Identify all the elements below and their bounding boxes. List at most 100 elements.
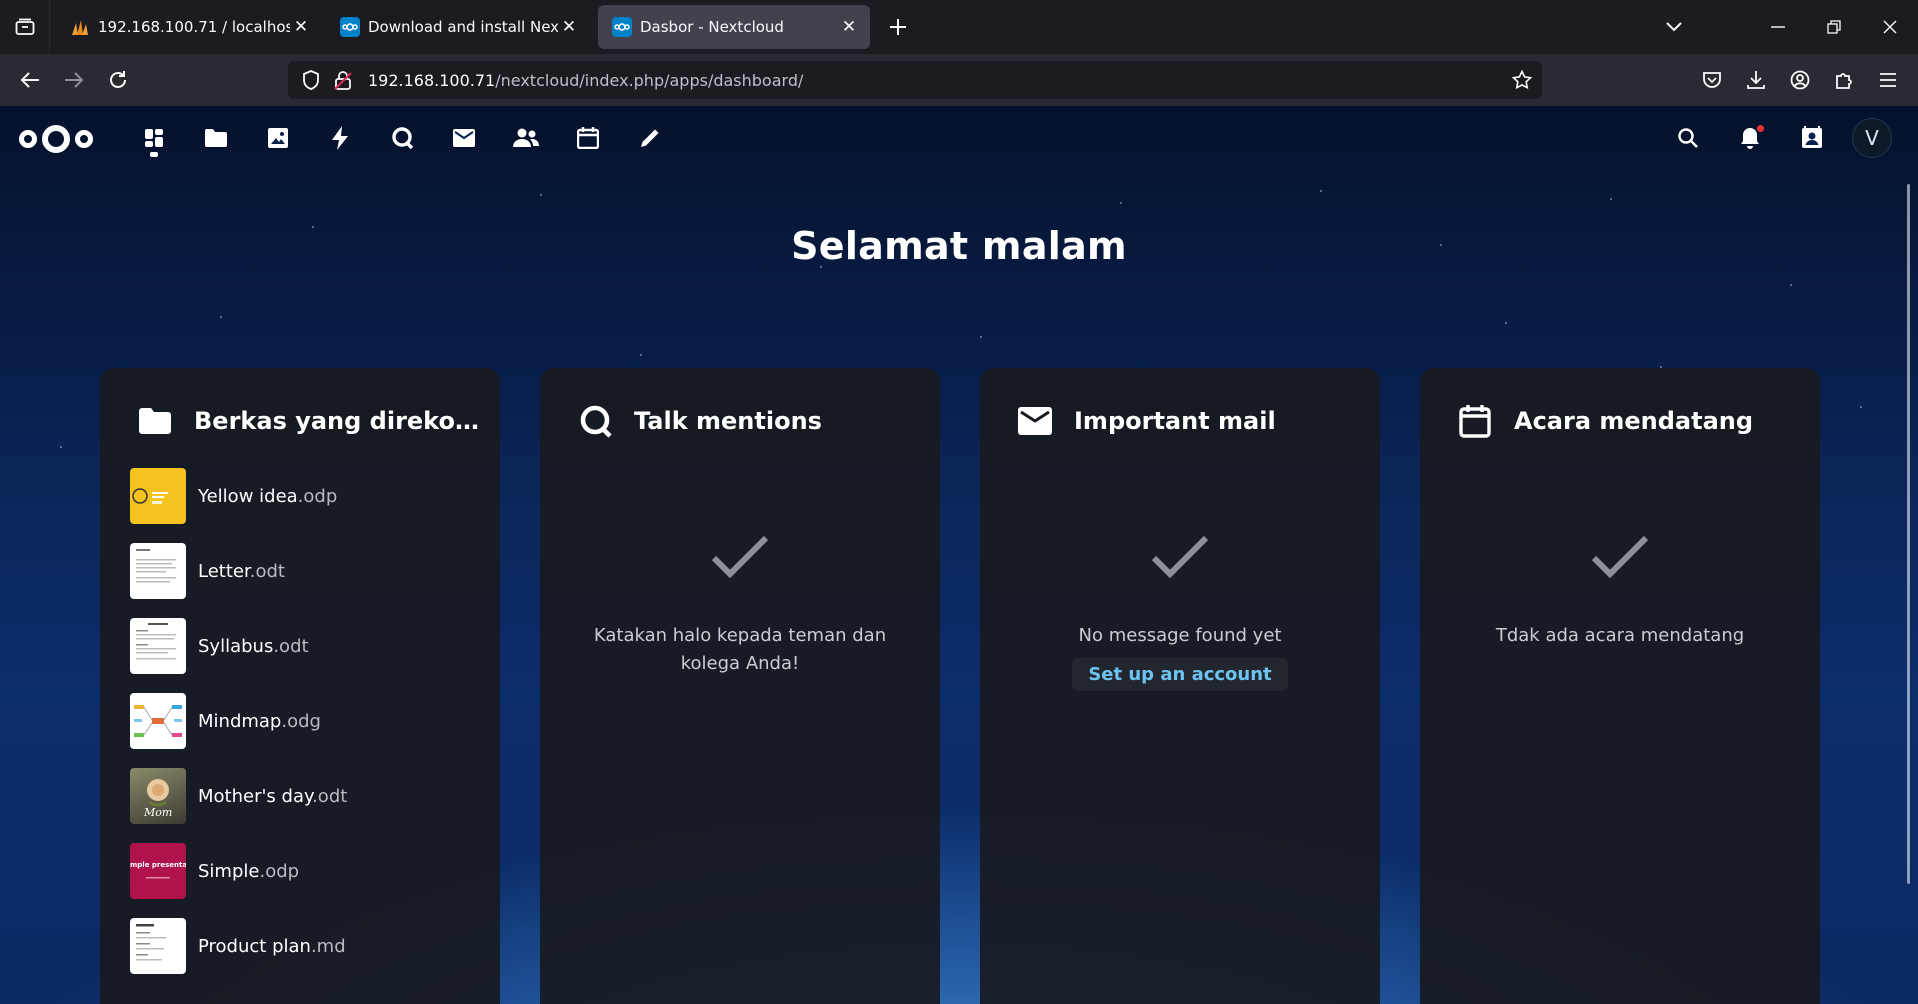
talk-icon <box>578 404 612 438</box>
notification-dot <box>1757 125 1764 132</box>
reload-button[interactable] <box>96 58 140 102</box>
panel-header: Acara mendatang <box>1458 404 1800 438</box>
page-scrollbar[interactable] <box>1907 184 1910 884</box>
close-icon <box>1883 20 1897 34</box>
file-item-letter[interactable]: Letter.odt <box>130 542 285 600</box>
menu-button[interactable] <box>1866 58 1910 102</box>
folder-icon <box>138 404 172 438</box>
contacts-menu-icon <box>1802 126 1822 148</box>
mail-icon <box>1018 404 1052 438</box>
contacts-menu-button[interactable] <box>1792 118 1832 158</box>
empty-state: Tdak ada acara mendatang <box>1420 528 1820 650</box>
lightning-icon <box>332 126 348 150</box>
browser-tab-phpmyadmin[interactable]: 192.168.100.71 / localhost / db_ ✕ <box>56 5 322 49</box>
puzzle-icon <box>1836 73 1852 89</box>
file-basename: Mother's day <box>198 785 313 807</box>
insecure-lock-icon <box>334 71 352 90</box>
file-thumbnail <box>130 918 186 974</box>
new-tab-button[interactable] <box>878 7 918 47</box>
plus-icon <box>890 19 906 35</box>
talk-icon <box>392 127 414 150</box>
notifications-button[interactable] <box>1730 118 1770 158</box>
file-item-yellow-idea[interactable]: Yellow idea.odp <box>130 467 337 525</box>
panel-title[interactable]: Talk mentions <box>634 407 822 435</box>
panel-title[interactable]: Berkas yang direkom… <box>194 407 480 435</box>
close-tab-icon[interactable]: ✕ <box>290 17 312 37</box>
app-mail[interactable] <box>444 118 484 158</box>
file-extension: .odt <box>312 785 348 807</box>
file-name: Letter.odt <box>198 561 285 582</box>
forward-button[interactable] <box>52 58 96 102</box>
account-icon <box>1790 70 1810 90</box>
contacts-icon <box>513 128 539 147</box>
app-notes[interactable] <box>630 118 670 158</box>
user-avatar[interactable]: V <box>1852 118 1892 158</box>
app-files[interactable] <box>196 118 236 158</box>
file-item-simple[interactable]: mple presentati Simple.odp <box>130 842 299 900</box>
bookmark-star-icon[interactable] <box>1512 70 1532 90</box>
file-extension: .odp <box>259 860 300 882</box>
nextcloud-header: V <box>0 106 1918 170</box>
empty-state: Katakan halo kepada teman dan kolega And… <box>540 528 940 678</box>
back-button[interactable] <box>8 58 52 102</box>
url-path: /nextcloud/index.php/apps/dashboard/ <box>495 70 804 90</box>
shield-icon <box>303 70 319 90</box>
minimize-button[interactable] <box>1750 0 1806 54</box>
list-all-tabs-button[interactable] <box>1646 0 1702 54</box>
app-dashboard[interactable] <box>134 118 174 158</box>
thumbnail-label: Mom <box>144 806 173 819</box>
setup-account-button[interactable]: Set up an account <box>1072 658 1288 691</box>
extensions-button[interactable] <box>1822 58 1866 102</box>
file-thumbnail <box>130 543 186 599</box>
browser-tab-download[interactable]: Download and install Nextclou ✕ <box>326 5 590 49</box>
app-activity[interactable] <box>320 118 360 158</box>
download-icon <box>1747 71 1765 89</box>
unified-search-button[interactable] <box>1668 118 1708 158</box>
search-icon <box>1678 128 1698 148</box>
app-calendar[interactable] <box>568 118 608 158</box>
file-name: Product plan.md <box>198 936 346 957</box>
close-window-button[interactable] <box>1862 0 1918 54</box>
file-name: Syllabus.odt <box>198 636 309 657</box>
panel-title[interactable]: Important mail <box>1074 407 1276 435</box>
restore-button[interactable] <box>1806 0 1862 54</box>
file-item-syllabus[interactable]: Syllabus.odt <box>130 617 309 675</box>
image-icon <box>268 128 288 148</box>
calendar-icon <box>1458 404 1492 438</box>
file-item-mothers-day[interactable]: Mom Mother's day.odt <box>130 767 347 825</box>
empty-state: No message found yet Set up an account <box>980 528 1380 691</box>
downloads-button[interactable] <box>1734 58 1778 102</box>
nextcloud-logo[interactable] <box>18 122 94 156</box>
folder-icon <box>205 129 227 147</box>
app-talk[interactable] <box>382 118 422 158</box>
file-thumbnail: mple presentati <box>130 843 186 899</box>
file-extension: .md <box>310 935 346 957</box>
file-basename: Yellow idea <box>198 485 298 507</box>
file-name: Yellow idea.odp <box>198 486 337 507</box>
app-photos[interactable] <box>258 118 298 158</box>
empty-message: Katakan halo kepada teman dan kolega And… <box>593 625 887 674</box>
checkmark-icon <box>711 535 769 579</box>
pocket-button[interactable] <box>1690 58 1734 102</box>
pocket-icon <box>1703 72 1721 88</box>
dashboard-icon <box>145 129 163 147</box>
browser-tab-dashboard[interactable]: Dasbor - Nextcloud ✕ <box>598 5 870 49</box>
tab-title: Download and install Nextclou <box>368 18 558 36</box>
tab-list-button[interactable] <box>0 0 50 54</box>
greeting-title: Selamat malam <box>791 224 1127 268</box>
file-extension: .odt <box>249 560 285 582</box>
file-extension: .odt <box>273 635 309 657</box>
panel-header: Important mail <box>1018 404 1360 438</box>
url-host: 192.168.100.71 <box>368 70 496 90</box>
hamburger-icon <box>1880 73 1896 87</box>
account-button[interactable] <box>1778 58 1822 102</box>
file-basename: Syllabus <box>198 635 274 657</box>
close-tab-icon[interactable]: ✕ <box>558 17 580 37</box>
file-item-product-plan[interactable]: Product plan.md <box>130 917 346 975</box>
arrow-left-icon <box>20 72 39 88</box>
file-item-mindmap[interactable]: Mindmap.odg <box>130 692 321 750</box>
app-contacts[interactable] <box>506 118 546 158</box>
close-tab-icon[interactable]: ✕ <box>838 17 860 37</box>
address-bar[interactable]: 192.168.100.71/nextcloud/index.php/apps/… <box>288 61 1542 99</box>
panel-title[interactable]: Acara mendatang <box>1514 407 1753 435</box>
